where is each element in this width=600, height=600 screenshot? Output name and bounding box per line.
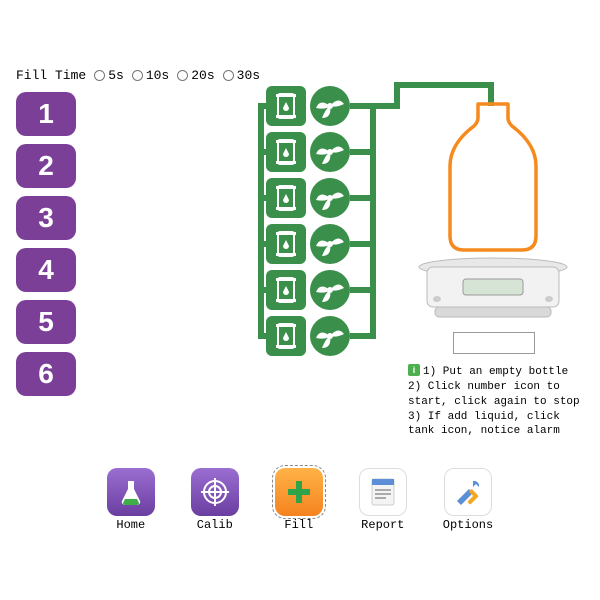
pipe [258,103,268,109]
instruction-line: 2) Click number icon to start, click aga… [408,381,580,408]
fan-icon [310,132,350,172]
fill-time-option-20s[interactable]: 20s [177,68,214,83]
fan-icon [310,178,350,218]
screen: Fill Time 5s 10s 20s 30s 1 2 3 4 5 6 [8,60,592,540]
tank-icon[interactable] [266,178,306,218]
channel-button-3[interactable]: 3 [16,196,76,240]
pipe [258,333,268,339]
pump-row [266,316,350,356]
nav-fill[interactable]: Fill [275,468,323,532]
nav-label: Report [361,518,404,532]
fan-icon [310,224,350,264]
pipe [258,195,268,201]
target-icon [191,468,239,516]
fan-icon [310,86,350,126]
nav-label: Fill [284,518,313,532]
fill-time-option-30s[interactable]: 30s [223,68,260,83]
channel-button-1[interactable]: 1 [16,92,76,136]
tank-icon[interactable] [266,270,306,310]
fill-time-label: Fill Time [16,68,86,83]
pump-column [266,86,350,356]
nav-home[interactable]: Home [107,468,155,532]
fill-time-row: Fill Time 5s 10s 20s 30s [16,68,260,83]
plus-icon [275,468,323,516]
fill-time-option-10s[interactable]: 10s [132,68,169,83]
nav-calib[interactable]: Calib [191,468,239,532]
instruction-line: 1) Put an empty bottle [423,366,568,378]
channel-button-2[interactable]: 2 [16,144,76,188]
pipe [258,287,268,293]
pipe [394,82,494,88]
nav-report[interactable]: Report [359,468,407,532]
nav-label: Home [116,518,145,532]
fan-icon [310,316,350,356]
bottom-nav: Home Calib Fill Report Options [8,462,592,540]
tank-icon[interactable] [266,224,306,264]
channel-button-4[interactable]: 4 [16,248,76,292]
scale-icon [413,255,573,330]
fill-time-option-5s[interactable]: 5s [94,68,124,83]
report-icon [359,468,407,516]
nav-label: Options [443,518,493,532]
instructions: i1) Put an empty bottle 2) Click number … [408,364,592,439]
pipe [258,241,268,247]
channel-button-6[interactable]: 6 [16,352,76,396]
weight-input[interactable] [453,332,535,354]
bottle-icon [438,100,548,255]
pump-row [266,270,350,310]
pump-row [266,178,350,218]
channel-list: 1 2 3 4 5 6 [16,92,76,396]
flask-icon [107,468,155,516]
pipe [370,103,376,339]
info-badge-icon: i [408,364,420,376]
channel-button-5[interactable]: 5 [16,300,76,344]
pump-row [266,224,350,264]
instruction-line: 3) If add liquid, click tank icon, notic… [408,411,560,438]
tank-icon[interactable] [266,316,306,356]
pump-row [266,86,350,126]
nav-options[interactable]: Options [443,468,493,532]
tools-icon [444,468,492,516]
pump-row [266,132,350,172]
tank-icon[interactable] [266,132,306,172]
fan-icon [310,270,350,310]
nav-label: Calib [197,518,233,532]
tank-icon[interactable] [266,86,306,126]
pipe [258,149,268,155]
pipe [258,103,264,339]
bottle-scale-area [413,100,573,330]
